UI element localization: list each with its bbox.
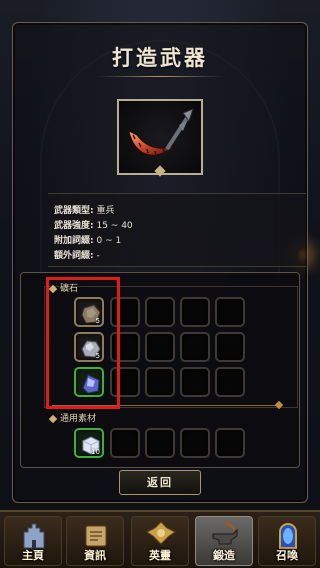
stat-label: 額外詞綴: xyxy=(54,251,94,261)
general-label-text: 通用素材 xyxy=(60,414,97,424)
scythe-weapon-icon xyxy=(128,108,194,156)
castle-icon xyxy=(23,523,45,549)
stat-value: 0 ~ 1 xyxy=(96,236,122,246)
ore-slot-empty[interactable] xyxy=(180,367,210,397)
general-slot-ice[interactable]: 10 xyxy=(74,428,104,458)
slot-quantity: 10 xyxy=(91,448,100,456)
helmet-icon xyxy=(146,521,176,545)
stat-value: 15 ~ 40 xyxy=(96,221,133,231)
diamond-bullet-icon xyxy=(48,414,58,423)
stat-extra-affix: 附加詞綴: 0 ~ 1 xyxy=(54,233,121,246)
nav-label: 資訊 xyxy=(84,549,106,562)
back-button[interactable]: 返回 xyxy=(119,470,201,495)
ore-slot-empty[interactable] xyxy=(145,297,175,327)
scroll-icon xyxy=(85,525,107,547)
stat-label: 附加詞綴: xyxy=(54,236,94,246)
general-slot-empty[interactable] xyxy=(180,428,210,458)
nav-label: 鍛造 xyxy=(213,549,235,562)
general-material-label: 通用素材 xyxy=(48,411,97,424)
stat-label: 武器強度: xyxy=(54,221,94,231)
stat-value: 重兵 xyxy=(96,206,115,216)
nav-label: 主頁 xyxy=(22,549,44,562)
ore-slot-empty[interactable] xyxy=(180,332,210,362)
ore-slot-empty[interactable] xyxy=(145,367,175,397)
nav-item-home[interactable]: 主頁 xyxy=(4,516,62,566)
weapon-preview[interactable] xyxy=(117,99,203,175)
nav-item-heroes[interactable]: 英靈 xyxy=(131,516,189,566)
nav-label: 英靈 xyxy=(149,549,171,562)
stat-weapon-type: 武器類型: 重兵 xyxy=(54,203,115,216)
nav-item-info[interactable]: 資訊 xyxy=(66,516,124,566)
general-slot-empty[interactable] xyxy=(215,428,245,458)
ore-slot-empty[interactable] xyxy=(215,332,245,362)
stat-label: 武器類型: xyxy=(54,206,94,216)
ore-highlight-box xyxy=(46,277,120,409)
portal-icon xyxy=(279,523,297,549)
general-slot-empty[interactable] xyxy=(145,428,175,458)
general-slot-empty[interactable] xyxy=(110,428,140,458)
nav-item-forge[interactable]: 鍛造 xyxy=(195,516,253,566)
stat-bonus-affix: 額外詞綴: - xyxy=(54,248,100,261)
nav-label: 召喚 xyxy=(276,549,298,562)
ore-slot-empty[interactable] xyxy=(180,297,210,327)
anvil-icon xyxy=(212,520,238,545)
ore-slot-empty[interactable] xyxy=(215,367,245,397)
title-underline xyxy=(98,76,222,77)
ore-slot-empty[interactable] xyxy=(145,332,175,362)
ore-slot-empty[interactable] xyxy=(215,297,245,327)
stat-value: - xyxy=(96,251,100,261)
page-title: 打造武器 xyxy=(112,45,208,70)
nav-item-summon[interactable]: 召喚 xyxy=(258,516,316,566)
stat-weapon-strength: 武器強度: 15 ~ 40 xyxy=(54,218,133,231)
